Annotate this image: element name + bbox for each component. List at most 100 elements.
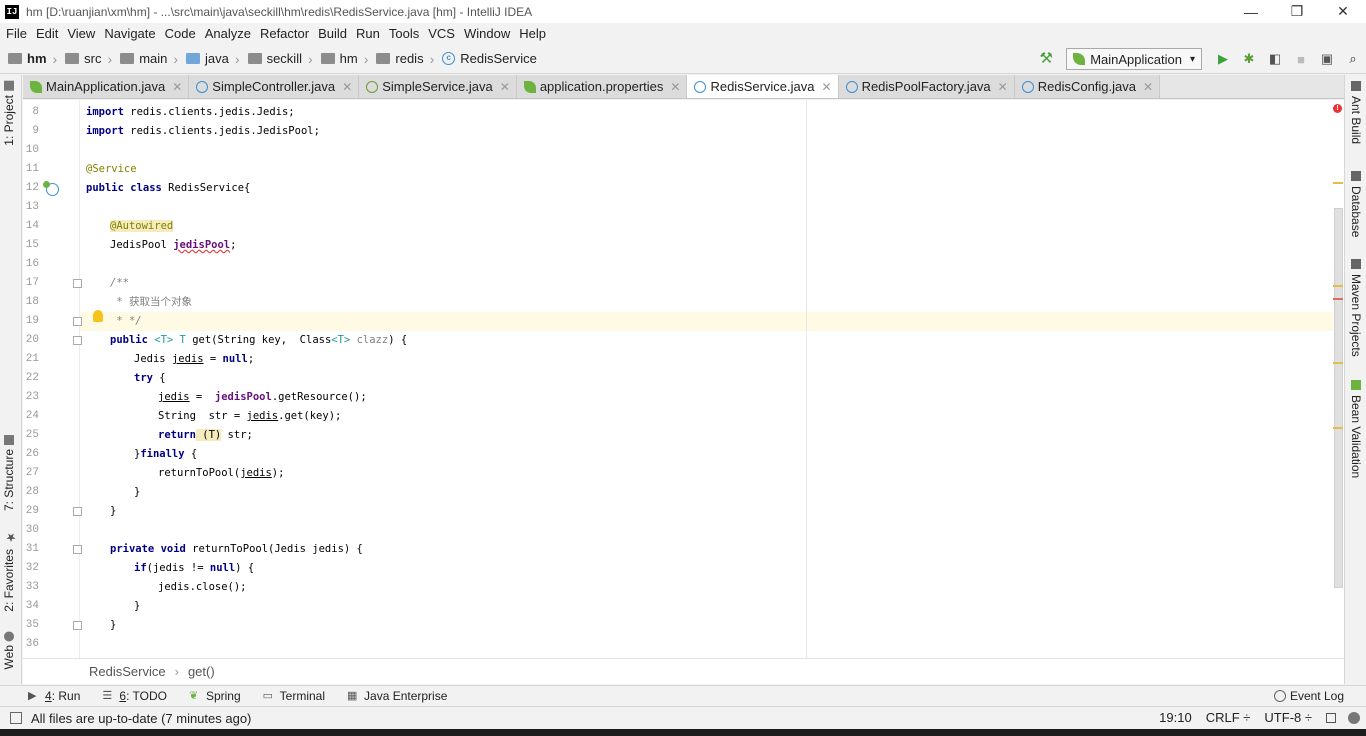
encoding-select[interactable]: UTF-8 ÷ (1264, 710, 1312, 725)
menu-file[interactable]: File (3, 26, 33, 41)
code-line: * */ (110, 315, 142, 327)
close-icon[interactable]: ✕ (172, 80, 182, 94)
toggle-tool-windows-icon[interactable] (10, 712, 22, 724)
nav-crumb-src[interactable]: src › (65, 51, 120, 67)
interface-icon (366, 80, 379, 93)
fold-marker-icon[interactable] (73, 621, 82, 630)
close-icon[interactable]: ✕ (342, 80, 352, 94)
menu-help[interactable]: Help (516, 26, 552, 41)
line-number: 21 (25, 353, 39, 365)
menu-window[interactable]: Window (461, 26, 516, 41)
menu-refactor[interactable]: Refactor (257, 26, 315, 41)
line-separator-select[interactable]: CRLF ÷ (1206, 710, 1251, 725)
line-number: 22 (25, 372, 39, 384)
close-icon[interactable]: ✕ (500, 80, 510, 94)
code-content[interactable]: import redis.clients.jedis.Jedis; import… (86, 100, 1326, 658)
tool-run[interactable]: ▶ 4: Run (28, 689, 80, 703)
tab-simple-service[interactable]: SimpleService.java ✕ (359, 75, 517, 98)
tool-project[interactable]: 1: Project (2, 81, 16, 146)
tool-bean-validation[interactable]: Bean Validation (1349, 380, 1363, 478)
warning-marker[interactable] (1333, 427, 1343, 429)
nav-crumb-seckill[interactable]: seckill › (247, 51, 321, 67)
menu-edit[interactable]: Edit (33, 26, 64, 41)
warning-marker[interactable] (1333, 285, 1343, 287)
build-hammer-icon[interactable]: ⚒ (1038, 51, 1054, 67)
event-log-icon (1273, 690, 1286, 702)
tool-terminal[interactable]: ▭ Terminal (263, 689, 325, 703)
nav-crumb-hm[interactable]: hm › (320, 51, 377, 67)
close-icon[interactable]: ✕ (670, 80, 680, 94)
close-window-button[interactable]: ✕ (1320, 0, 1366, 23)
menu-analyze[interactable]: Analyze (202, 26, 257, 41)
nav-crumb-project[interactable]: hm › (8, 51, 65, 67)
code-editor[interactable]: 8 9 10 11 12 13 14 15 16 17 18 19 20 21 … (23, 100, 1344, 658)
tab-application-properties[interactable]: application.properties ✕ (516, 75, 688, 98)
menu-tools[interactable]: Tools (386, 26, 425, 41)
menu-view[interactable]: View (64, 26, 101, 41)
close-icon[interactable]: ✕ (998, 80, 1008, 94)
tab-redis-config[interactable]: RedisConfig.java ✕ (1014, 75, 1161, 98)
tab-redis-pool-factory[interactable]: RedisPoolFactory.java ✕ (838, 75, 1015, 98)
close-icon[interactable]: ✕ (822, 80, 832, 94)
restore-button[interactable]: ❐ (1274, 0, 1320, 23)
tool-maven-projects[interactable]: Maven Projects (1349, 259, 1363, 357)
window-title: hm [D:\ruanjian\xm\hm] - ...\src\main\ja… (26, 4, 533, 19)
chevron-right-icon: › (52, 50, 58, 67)
tab-redis-service[interactable]: RedisService.java ✕ (687, 75, 839, 98)
menu-code[interactable]: Code (162, 26, 202, 41)
tool-web[interactable]: Web (2, 631, 16, 669)
close-icon[interactable]: ✕ (1143, 80, 1153, 94)
fold-marker-icon[interactable] (73, 279, 82, 288)
editor-scrollbar[interactable]: ! (1333, 100, 1344, 658)
menu-run[interactable]: Run (353, 26, 386, 41)
search-icon[interactable]: ⌕ (1340, 48, 1366, 70)
project-structure-button[interactable]: ▣ (1314, 48, 1340, 70)
tab-main-application[interactable]: MainApplication.java ✕ (23, 75, 190, 98)
tool-ant-build[interactable]: Ant Build (1349, 81, 1363, 144)
class-icon (694, 80, 707, 93)
menu-navigate[interactable]: Navigate (101, 26, 161, 41)
os-taskbar (0, 729, 1366, 736)
nav-crumb-class[interactable]: c RedisService (442, 51, 537, 66)
run-with-coverage-button[interactable]: ◧ (1262, 48, 1288, 70)
error-indicator-icon[interactable]: ! (1333, 104, 1342, 113)
error-marker[interactable] (1333, 298, 1343, 300)
breadcrumb-method[interactable]: get() (188, 664, 215, 679)
tool-event-log[interactable]: Event Log (1273, 689, 1344, 703)
code-line: }finally { (134, 448, 198, 460)
caret-position[interactable]: 19:10 (1159, 710, 1192, 725)
tool-java-enterprise[interactable]: ▦ Java Enterprise (347, 689, 447, 703)
warning-marker[interactable] (1333, 182, 1343, 184)
tool-favorites[interactable]: 2: Favorites ★ (2, 531, 18, 612)
fold-marker-icon[interactable] (73, 545, 82, 554)
menu-build[interactable]: Build (315, 26, 353, 41)
fold-marker-icon[interactable] (73, 336, 82, 345)
menu-vcs[interactable]: VCS (425, 26, 461, 41)
spring-bean-gutter-icon[interactable] (43, 181, 59, 196)
scrollbar-thumb[interactable] (1334, 208, 1343, 588)
tool-database[interactable]: Database (1349, 171, 1363, 237)
code-line: * 获取当个对象 (110, 296, 192, 308)
fold-marker-icon[interactable] (73, 317, 82, 326)
warning-marker[interactable] (1333, 362, 1343, 364)
tab-simple-controller[interactable]: SimpleController.java ✕ (189, 75, 360, 98)
nav-crumb-main[interactable]: main › (120, 51, 186, 67)
run-configuration-select[interactable]: MainApplication ▾ (1066, 48, 1202, 70)
tool-spring[interactable]: ❦ Spring (189, 689, 241, 703)
chevron-right-icon: › (234, 50, 240, 67)
editor-gutter: 8 9 10 11 12 13 14 15 16 17 18 19 20 21 … (23, 100, 82, 658)
minimize-button[interactable]: — (1228, 0, 1274, 23)
tool-structure[interactable]: 7: Structure (2, 435, 16, 511)
fold-marker-icon[interactable] (73, 507, 82, 516)
breadcrumb-class[interactable]: RedisService (89, 664, 166, 679)
code-line: } (134, 486, 141, 498)
tool-todo[interactable]: ☰ 6: TODO (102, 689, 167, 703)
lock-icon[interactable] (1326, 712, 1336, 723)
hector-inspection-icon[interactable] (1348, 711, 1360, 724)
run-button[interactable]: ▶ (1210, 48, 1236, 70)
stop-button[interactable]: ■ (1288, 48, 1314, 70)
debug-button[interactable]: ✱ (1236, 48, 1262, 70)
left-tool-strip: 1: Project 7: Structure 2: Favorites ★ We… (0, 75, 22, 684)
nav-crumb-java[interactable]: java › (186, 51, 248, 67)
nav-crumb-redis[interactable]: redis › (376, 51, 442, 67)
